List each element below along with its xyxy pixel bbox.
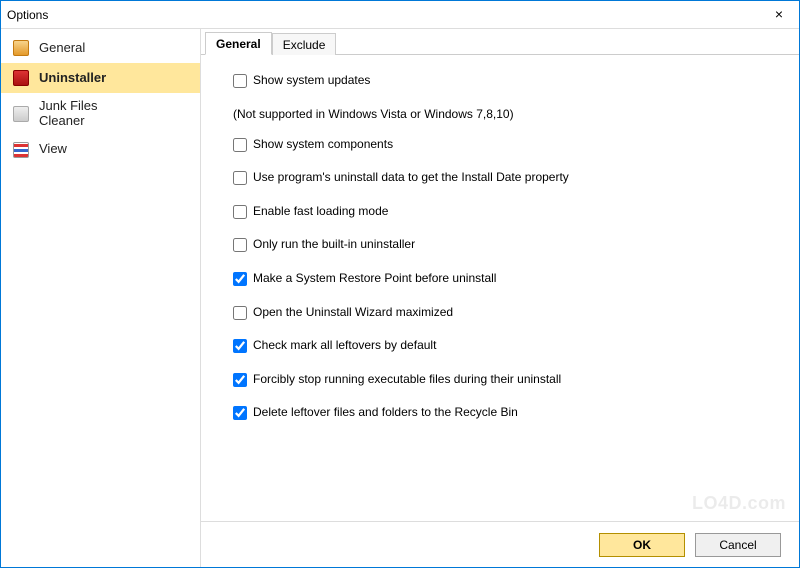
sidebar-item-label: Junk Files Cleaner [39,99,98,129]
option-label: Show system components [253,137,393,153]
sidebar-item-view[interactable]: View [1,135,200,165]
option-label: Make a System Restore Point before unins… [253,271,496,287]
option-use-uninstall-data: Use program's uninstall data to get the … [233,170,789,186]
checkbox-delete-to-recycle[interactable] [233,406,247,420]
checkbox-show-system-updates[interactable] [233,74,247,88]
sidebar-item-label: Uninstaller [39,71,106,86]
footer: OK Cancel [201,521,799,567]
option-fast-loading: Enable fast loading mode [233,204,789,220]
checkbox-fast-loading[interactable] [233,205,247,219]
option-open-maximized: Open the Uninstall Wizard maximized [233,305,789,321]
option-forcibly-stop: Forcibly stop running executable files d… [233,372,789,388]
option-label: Delete leftover files and folders to the… [253,405,518,421]
checkbox-checkmark-leftovers[interactable] [233,339,247,353]
option-show-system-components: Show system components [233,137,789,153]
option-label: Use program's uninstall data to get the … [253,170,569,186]
sidebar-item-general[interactable]: General [1,33,200,63]
tab-general[interactable]: General [205,32,272,55]
view-icon [13,142,29,158]
option-label: Show system updates [253,73,370,89]
clipboard-icon [13,40,29,56]
sidebar: General Uninstaller Junk Files Cleaner V… [1,29,201,567]
close-button[interactable]: × [763,3,795,25]
uninstaller-icon [13,70,29,86]
content-area: General Uninstaller Junk Files Cleaner V… [1,29,799,567]
checkbox-use-uninstall-data[interactable] [233,171,247,185]
cleaner-icon [13,106,29,122]
sidebar-item-label: View [39,142,67,157]
window-title: Options [7,8,48,22]
option-checkmark-leftovers: Check mark all leftovers by default [233,338,789,354]
option-subtext: (Not supported in Windows Vista or Windo… [233,107,789,121]
option-label: Check mark all leftovers by default [253,338,436,354]
options-window: Options × General Uninstaller Junk Files… [0,0,800,568]
option-label: Only run the built-in uninstaller [253,237,415,253]
ok-button[interactable]: OK [599,533,685,557]
option-show-system-updates: Show system updates [233,73,789,89]
option-label: Enable fast loading mode [253,204,388,220]
checkbox-builtin-uninstaller[interactable] [233,238,247,252]
checkbox-forcibly-stop[interactable] [233,373,247,387]
option-delete-to-recycle: Delete leftover files and folders to the… [233,405,789,421]
tab-bar: General Exclude [201,29,799,55]
options-panel: Show system updates (Not supported in Wi… [201,55,799,521]
cancel-button[interactable]: Cancel [695,533,781,557]
main-panel: General Exclude Show system updates (Not… [201,29,799,567]
close-icon: × [775,7,783,21]
option-label: Forcibly stop running executable files d… [253,372,561,388]
sidebar-item-junk-files-cleaner[interactable]: Junk Files Cleaner [1,93,200,135]
option-label: Open the Uninstall Wizard maximized [253,305,453,321]
checkbox-show-system-components[interactable] [233,138,247,152]
checkbox-system-restore[interactable] [233,272,247,286]
titlebar: Options × [1,1,799,29]
sidebar-item-label: General [39,41,85,56]
checkbox-open-maximized[interactable] [233,306,247,320]
option-system-restore: Make a System Restore Point before unins… [233,271,789,287]
sidebar-item-uninstaller[interactable]: Uninstaller [1,63,200,93]
option-builtin-uninstaller: Only run the built-in uninstaller [233,237,789,253]
tab-exclude[interactable]: Exclude [272,33,337,55]
